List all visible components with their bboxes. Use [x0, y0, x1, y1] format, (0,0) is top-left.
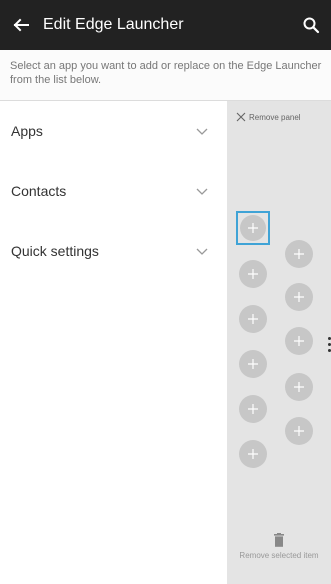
- launcher-slot[interactable]: [285, 240, 313, 268]
- launcher-slot[interactable]: [285, 327, 313, 355]
- plus-icon: [248, 404, 258, 414]
- launcher-slot-selected[interactable]: [236, 211, 270, 245]
- chevron-down-icon: [196, 188, 208, 195]
- launcher-slot: [240, 215, 266, 241]
- instruction-text: Select an app you want to add or replace…: [0, 50, 331, 101]
- chevron-down-icon: [196, 128, 208, 135]
- launcher-slot[interactable]: [239, 440, 267, 468]
- launcher-slot[interactable]: [239, 350, 267, 378]
- close-icon: [236, 112, 246, 122]
- plus-icon: [248, 223, 258, 233]
- edit-edge-launcher-screen: Edit Edge Launcher Select an app you wan…: [0, 0, 331, 584]
- plus-icon: [248, 269, 258, 279]
- remove-panel-label: Remove panel: [249, 112, 301, 122]
- category-label: Quick settings: [11, 243, 99, 259]
- launcher-slot[interactable]: [239, 260, 267, 288]
- plus-icon: [248, 314, 258, 324]
- plus-icon: [294, 292, 304, 302]
- launcher-slot[interactable]: [285, 417, 313, 445]
- plus-icon: [294, 426, 304, 436]
- back-button[interactable]: [5, 9, 37, 41]
- launcher-slot[interactable]: [285, 283, 313, 311]
- category-label: Contacts: [11, 183, 67, 199]
- edge-launcher-panel: Remove panel Remove selected item: [227, 101, 331, 584]
- launcher-slot[interactable]: [285, 373, 313, 401]
- launcher-slot[interactable]: [239, 395, 267, 423]
- search-button[interactable]: [295, 9, 327, 41]
- trash-icon: [274, 533, 284, 547]
- category-quick-settings[interactable]: Quick settings: [0, 221, 226, 281]
- search-icon: [303, 17, 320, 34]
- remove-selected-button[interactable]: Remove selected item: [227, 533, 331, 561]
- plus-icon: [248, 449, 258, 459]
- plus-icon: [294, 249, 304, 259]
- plus-icon: [294, 382, 304, 392]
- app-bar: Edit Edge Launcher: [0, 0, 331, 50]
- plus-icon: [294, 336, 304, 346]
- chevron-down-icon: [196, 248, 208, 255]
- plus-icon: [248, 359, 258, 369]
- category-apps[interactable]: Apps: [0, 101, 226, 161]
- remove-panel-button[interactable]: Remove panel: [236, 110, 301, 124]
- arrow-left-icon: [13, 18, 29, 32]
- category-contacts[interactable]: Contacts: [0, 161, 226, 221]
- remove-selected-label: Remove selected item: [239, 551, 319, 560]
- category-label: Apps: [11, 123, 43, 139]
- launcher-slot[interactable]: [239, 305, 267, 333]
- page-title: Edit Edge Launcher: [43, 16, 184, 33]
